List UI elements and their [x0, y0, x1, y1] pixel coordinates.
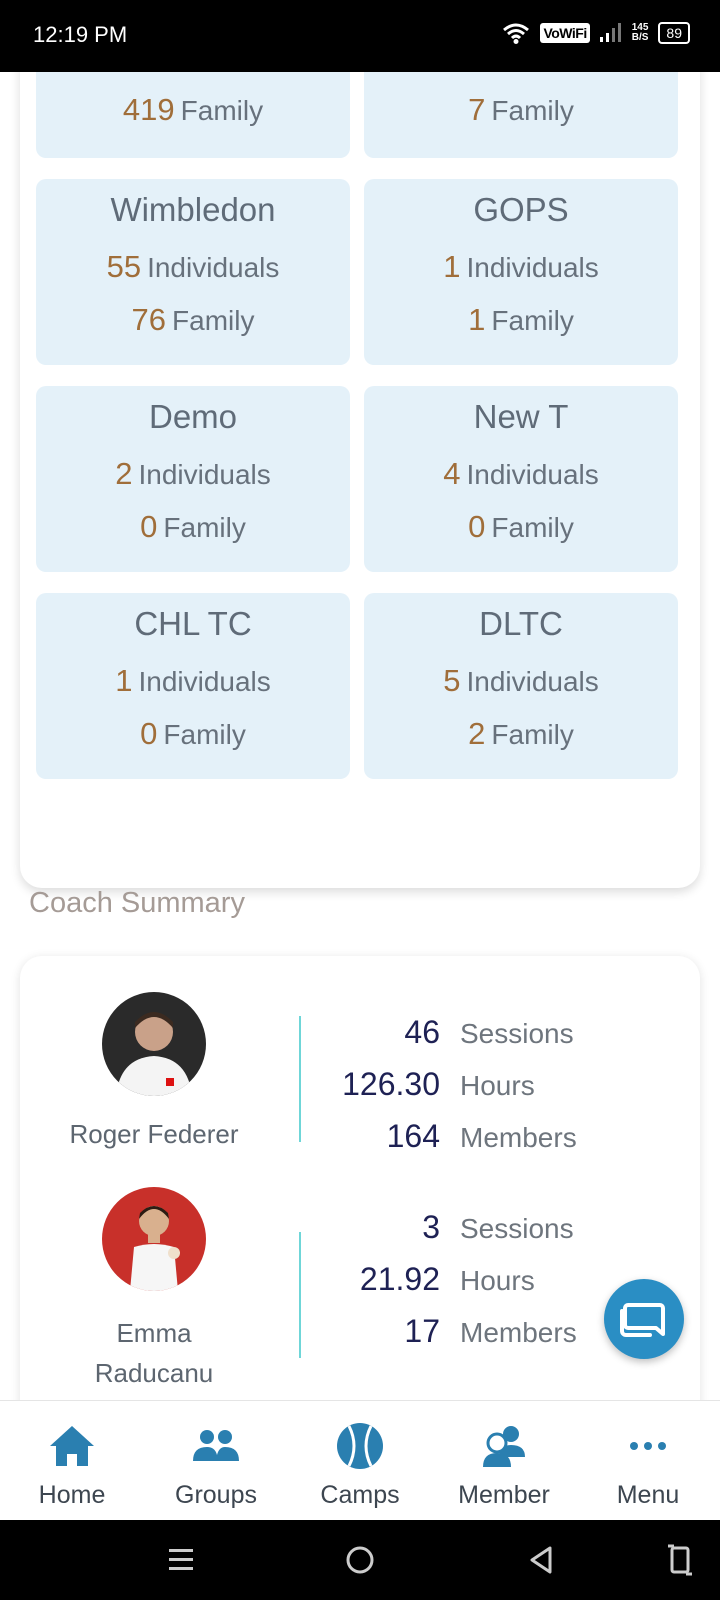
main-content[interactable]: 419 Family 7 Family Wimbledon 55 Individual… [0, 72, 720, 1400]
group-name: DLTC [479, 605, 563, 642]
group-name: New T [473, 398, 569, 435]
coach-stat-sessions: 3 Sessions [422, 1209, 574, 1245]
coach-stat-sessions: 46 Sessions [404, 1014, 574, 1050]
group-tile-dltc[interactable]: DLTC 5 Individuals 2 Family [364, 593, 678, 779]
coach-summary-title: Coach Summary [29, 887, 245, 919]
coach-avatar[interactable] [102, 1187, 206, 1291]
group-name: Wimbledon [110, 191, 276, 228]
coach-stat-hours: 126.30 Hours [342, 1066, 535, 1102]
nav-camps[interactable]: Camps [288, 1401, 432, 1521]
wifi-icon [503, 23, 530, 44]
nav-menu[interactable]: Menu [576, 1401, 720, 1521]
system-navigation-bar [0, 1520, 720, 1600]
group-tile-demo[interactable]: Demo 2 Individuals 0 Family [36, 386, 350, 572]
coach-divider [299, 1016, 301, 1142]
status-bar: 12:19 PM VoWiFi 145 B/S 89 [0, 0, 720, 72]
more-icon [630, 1442, 666, 1450]
nav-groups[interactable]: Groups [144, 1401, 288, 1521]
group-tile[interactable]: 419 Family [36, 72, 350, 158]
group-name: Demo [148, 398, 238, 435]
coach-divider [299, 1232, 301, 1358]
group-tile-new-t[interactable]: New T 4 Individuals 0 Family [364, 386, 678, 572]
status-time: 12:19 PM [33, 22, 128, 47]
coach-summary-card: Roger Federer 46 Sessions 126.30 Hours 1… [20, 956, 700, 1400]
tennis-ball-icon [337, 1423, 383, 1469]
groups-icon [193, 1430, 239, 1461]
chat-icon [620, 1303, 665, 1337]
member-icon [483, 1426, 525, 1467]
back-icon[interactable] [526, 1544, 558, 1576]
battery-indicator: 89 [658, 22, 690, 44]
vowifi-badge: VoWiFi [540, 23, 590, 43]
coach-name: Roger Federer [69, 1119, 239, 1149]
bottom-navigation: Home Groups Camps Member Menu [0, 1400, 720, 1520]
coach-name-line2: Raducanu [94, 1358, 214, 1388]
group-tile-chl-tc[interactable]: CHL TC 1 Individuals 0 Family [36, 593, 350, 779]
home-circle-icon[interactable] [344, 1544, 376, 1576]
recent-apps-icon[interactable] [165, 1544, 197, 1576]
net-speed: 145 B/S [631, 22, 649, 43]
chat-button[interactable] [604, 1279, 684, 1359]
coach-name: Emma [116, 1318, 192, 1348]
nav-member[interactable]: Member [432, 1401, 576, 1521]
home-icon [50, 1426, 94, 1466]
group-tile[interactable]: 7 Family [364, 72, 678, 158]
person-avatar-icon [130, 1206, 180, 1291]
person-avatar-icon [116, 1012, 192, 1096]
coach-stat-members: 164 Members [386, 1118, 577, 1154]
group-tile-gops[interactable]: GOPS 1 Individuals 1 Family [364, 179, 678, 365]
status-icons: VoWiFi 145 B/S 89 [502, 22, 690, 44]
nav-home[interactable]: Home [0, 1401, 144, 1521]
coach-avatar[interactable] [102, 992, 206, 1096]
group-summary-card: 419 Family 7 Family Wimbledon 55 Individual… [20, 72, 700, 888]
group-tile-wimbledon[interactable]: Wimbledon 55 Individuals 76 Family [36, 179, 350, 365]
group-name: CHL TC [134, 605, 252, 642]
group-name: GOPS [473, 191, 569, 228]
rotate-icon[interactable] [664, 1542, 696, 1578]
signal-icon [599, 23, 621, 42]
